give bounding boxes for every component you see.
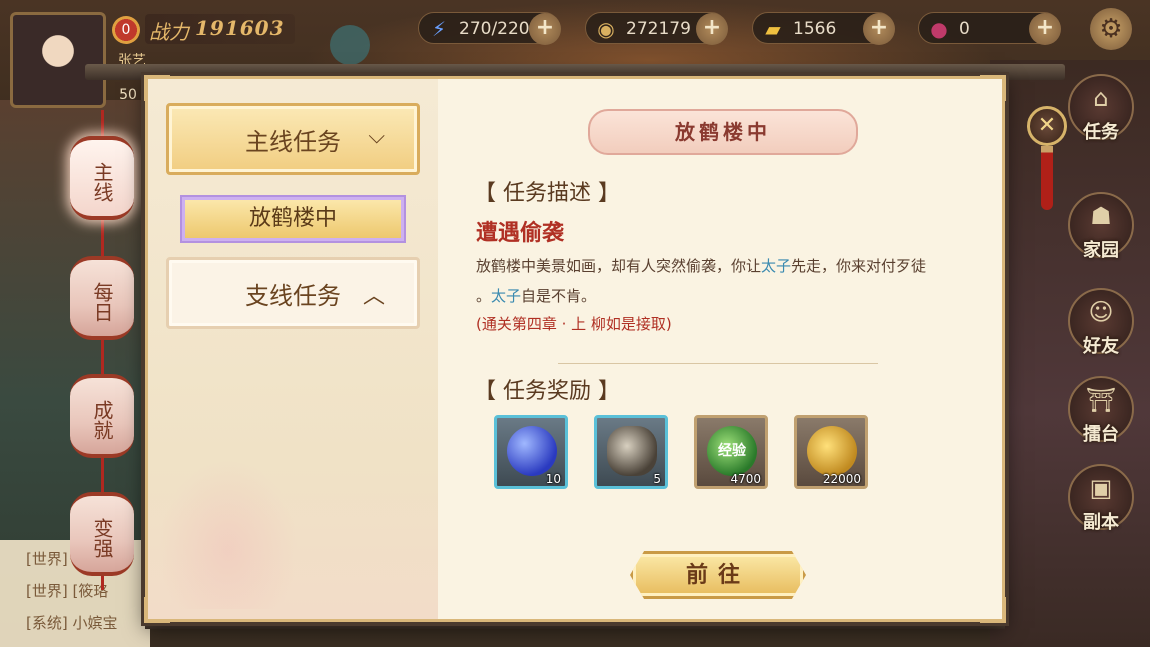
quest-condition: (通关第四章 · 上 柳如是接取) (476, 315, 672, 333)
coin-value: 272179 (626, 19, 691, 39)
side-quest-category[interactable]: 支线任务 ︿ (166, 257, 420, 329)
settings-gear-icon[interactable]: ⚙ (1090, 8, 1132, 50)
close-icon[interactable]: ✕ (1027, 106, 1067, 146)
lotus-decoration (158, 459, 298, 609)
tab-achievement[interactable]: 成就 (70, 374, 134, 458)
background-lantern (330, 25, 370, 65)
dungeon-button[interactable]: ▣ 副本 (1068, 464, 1134, 533)
chevron-up-icon: ︿ (362, 284, 385, 309)
description-heading: 【 任务描述 】 (474, 181, 620, 206)
add-energy-button[interactable]: + (529, 13, 561, 45)
tab-strengthen[interactable]: 变强 (70, 492, 134, 576)
dungeon-icon: ▣ (1089, 474, 1113, 502)
frame-corner (144, 597, 170, 623)
friends-icon: ☺ (1088, 298, 1114, 326)
add-ingot-button[interactable]: + (863, 13, 895, 45)
tab-main-quest[interactable]: 主线 (70, 136, 134, 220)
quest-detail-panel: 放鹤楼中 【 任务描述 】 遭遇偷袭 放鹤楼中美景如画，却有人突然偷袭，你让太子… (438, 79, 1002, 619)
chat-line: [世界] (26, 550, 68, 568)
go-button[interactable]: 前往 (630, 551, 806, 599)
side-quest-label: 支线任务 (245, 281, 341, 310)
reward-heading: 【 任务奖励 】 (474, 379, 620, 404)
player-level: 50 (119, 87, 137, 103)
add-jade-button[interactable]: + (1029, 13, 1061, 45)
home-label: 家园 (1083, 240, 1119, 261)
frame-corner (980, 75, 1006, 101)
power-value: 191603 (195, 16, 285, 40)
desc-text: 。 (476, 287, 492, 305)
coin-resource: ◉ 272179 + (585, 12, 728, 45)
stone-icon (607, 426, 657, 476)
reward-item[interactable]: 经验 4700 (694, 415, 768, 489)
chevron-down-icon: ⌵ (368, 124, 385, 149)
main-quest-label: 主线任务 (245, 127, 341, 156)
quest-name: 遭遇偷袭 (476, 221, 565, 246)
arena-button[interactable]: ⛩ 擂台 (1068, 376, 1134, 445)
main-quest-category[interactable]: 主线任务 ⌵ (166, 103, 420, 175)
player-avatar[interactable] (10, 12, 106, 108)
frame-corner (144, 75, 170, 101)
quest-list-item-selected[interactable]: 放鹤楼中 (180, 195, 406, 243)
reward-quantity: 10 (545, 472, 561, 486)
arena-label: 擂台 (1083, 424, 1119, 445)
ingot-icon: ▰ (765, 17, 781, 41)
blue-orb-icon (507, 426, 557, 476)
jade-icon: ● (930, 17, 948, 41)
energy-icon: ⚡ (431, 17, 447, 41)
quest-dialog: 主线任务 ⌵ 放鹤楼中 支线任务 ︿ 放鹤楼中 【 任务描述 】 遭遇偷袭 放鹤… (144, 75, 1006, 623)
dungeon-label: 副本 (1083, 512, 1119, 533)
home-icon: ☗ (1090, 202, 1112, 230)
energy-value: 270/220 (459, 19, 530, 39)
desc-text: 自是不肯。 (521, 287, 597, 305)
add-coin-button[interactable]: + (696, 13, 728, 45)
vip-badge[interactable]: 0 (112, 16, 140, 44)
desc-text: 放鹤楼中美景如画，却有人突然偷袭，你让 (476, 257, 762, 275)
reward-item[interactable]: 10 (494, 415, 568, 489)
coin-icon: ◉ (597, 17, 615, 41)
chat-line: [世界] [筱珞 (26, 582, 109, 600)
npc-name-link[interactable]: 太子 (491, 287, 521, 305)
npc-name-link[interactable]: 太子 (761, 257, 791, 275)
quest-category-panel: 主线任务 ⌵ 放鹤楼中 支线任务 ︿ (148, 79, 438, 619)
reward-item[interactable]: 22000 (794, 415, 868, 489)
reward-quantity: 5 (653, 472, 661, 486)
energy-resource: ⚡ 270/220 + (418, 12, 561, 45)
reward-item[interactable]: 5 (594, 415, 668, 489)
desc-text: 先走，你来对付歹徒 (791, 257, 927, 275)
tab-daily[interactable]: 每日 (70, 256, 134, 340)
exp-icon: 经验 (707, 426, 757, 476)
friends-button[interactable]: ☺ 好友 (1068, 288, 1134, 357)
reward-quantity: 22000 (822, 472, 861, 486)
combat-power: 战力 191603 (145, 14, 295, 44)
reward-quantity: 4700 (730, 472, 761, 486)
ingot-resource: ▰ 1566 + (752, 12, 895, 45)
quest-title: 放鹤楼中 (588, 109, 858, 155)
arena-icon: ⛩ (1085, 386, 1117, 414)
jade-resource: ● 0 + (918, 12, 1061, 45)
quest-description: 放鹤楼中美景如画，却有人突然偷袭，你让太子先走，你来对付歹徒 。太子自是不肯。 (476, 251, 976, 311)
friends-label: 好友 (1083, 336, 1119, 357)
coin-bag-icon (807, 426, 857, 476)
tassel-decoration (1041, 146, 1053, 210)
task-icon: ⌂ (1093, 84, 1109, 112)
ingot-value: 1566 (793, 19, 837, 39)
frame-corner (980, 597, 1006, 623)
task-button[interactable]: ⌂ 任务 (1068, 74, 1134, 143)
home-button[interactable]: ☗ 家园 (1068, 192, 1134, 261)
divider (558, 363, 878, 364)
jade-value: 0 (959, 19, 970, 39)
power-label: 战力 (149, 20, 189, 44)
chat-line: [系统] 小嫔宝 (26, 614, 118, 632)
task-label: 任务 (1083, 122, 1119, 143)
